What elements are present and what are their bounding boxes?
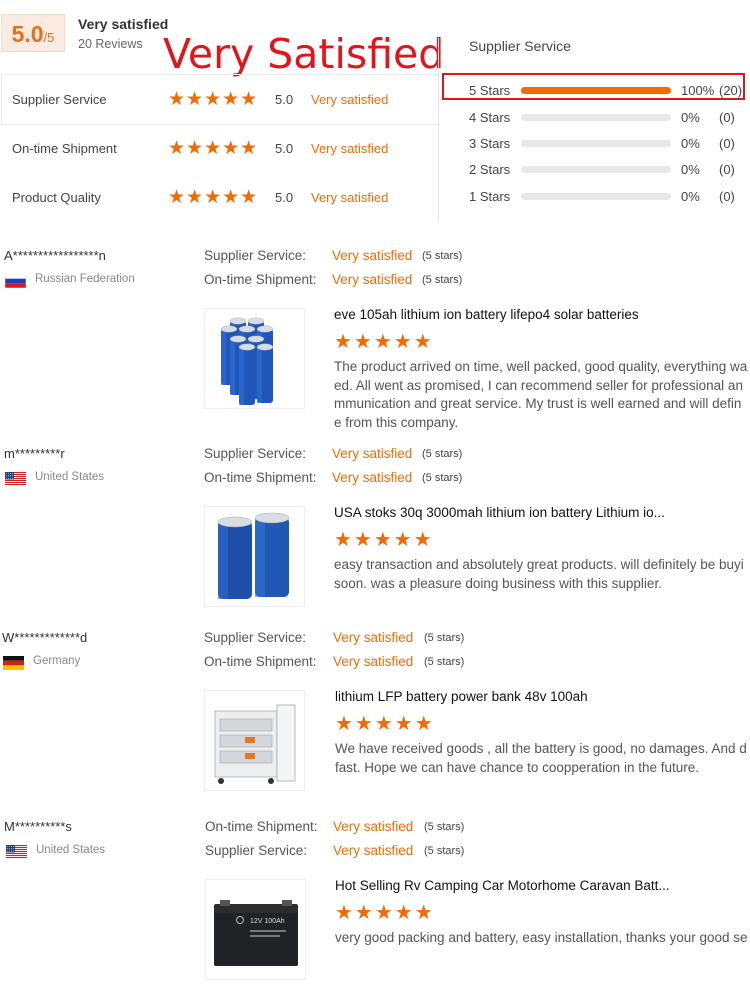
review-rating-value: Very satisfied (332, 272, 413, 287)
review-rating-label: Supplier Service: (205, 843, 308, 858)
review-rating-label: On-time Shipment: (204, 470, 317, 485)
review-rating-value: Very satisfied (332, 446, 413, 461)
review-rating-note: (5 stars) (422, 448, 463, 460)
review-stars: ★★★★★ (334, 529, 434, 551)
country-flag-icon (6, 845, 27, 864)
country-flag-icon (4, 273, 27, 293)
distribution-bar (521, 114, 671, 121)
distribution-count: (0) (719, 136, 735, 151)
country-flag-icon (3, 656, 24, 675)
distribution-label: 2 Stars (469, 162, 511, 177)
overall-score-badge: 5.0/5 (1, 14, 65, 52)
review-rating-value: Very satisfied (333, 654, 414, 669)
product-thumbnail[interactable]: 12V 100Ah (205, 879, 306, 980)
reviewer-name: m*********r (4, 446, 65, 461)
reviewer-country: United States (35, 471, 105, 483)
distribution-bar (521, 166, 671, 173)
reviewer-name: M**********s (4, 819, 72, 834)
overall-score: 5.0 (11, 21, 44, 47)
rating-value: 5.0 (275, 141, 294, 156)
distribution-label: 3 Stars (469, 136, 511, 151)
review-rating-value: Very satisfied (332, 248, 413, 263)
distribution-percent: 0% (681, 110, 700, 125)
review-stars: ★★★★★ (334, 331, 434, 353)
distribution-label: 4 Stars (469, 110, 511, 125)
rating-stars: ★★★★★ (168, 187, 259, 208)
review-rating-value: Very satisfied (333, 630, 414, 645)
rating-stars: ★★★★★ (168, 138, 259, 159)
review-rating-label: Supplier Service: (204, 248, 307, 263)
product-thumbnail[interactable] (204, 506, 305, 607)
rating-value: 5.0 (275, 190, 294, 205)
review-rating-value: Very satisfied (333, 843, 414, 858)
review-stars: ★★★★★ (335, 713, 435, 735)
review-rating-value: Very satisfied (333, 819, 414, 834)
rating-divider (1, 74, 2, 124)
section-divider (438, 38, 439, 222)
product-title[interactable]: Hot Selling Rv Camping Car Motorhome Car… (335, 878, 670, 893)
review-rating-label: Supplier Service: (204, 630, 307, 645)
review-text: very good packing and battery, easy inst… (335, 930, 748, 945)
rating-text: Very satisfied (311, 92, 389, 107)
distribution-percent: 0% (681, 162, 700, 177)
review-rating-note: (5 stars) (424, 845, 465, 857)
overall-score-max: /5 (43, 30, 55, 45)
product-title[interactable]: lithium LFP battery power bank 48v 100ah (335, 689, 588, 704)
review-rating-note: (5 stars) (422, 472, 463, 484)
distribution-bar (521, 193, 671, 200)
reviewer-country: Russian Federation (35, 273, 135, 285)
battery-label: 12V 100Ah (250, 918, 285, 925)
rating-label-supplier-service: Supplier Service (12, 92, 107, 107)
review-rating-value: Very satisfied (332, 470, 413, 485)
review-rating-note: (5 stars) (422, 250, 463, 262)
rating-text: Very satisfied (311, 190, 389, 205)
review-stars: ★★★★★ (335, 902, 435, 924)
review-text: easy transaction and absolutely great pr… (334, 557, 744, 591)
review-rating-label: On-time Shipment: (204, 272, 317, 287)
distribution-count: (0) (719, 189, 735, 204)
review-rating-label: On-time Shipment: (204, 654, 317, 669)
distribution-count: (0) (719, 162, 735, 177)
reviewer-country: United States (36, 844, 106, 856)
distribution-label: 1 Stars (469, 189, 511, 204)
country-flag-icon (5, 472, 26, 491)
reviewer-name: A*****************n (4, 248, 106, 263)
rating-stars: ★★★★★ (168, 89, 259, 110)
rating-divider (1, 124, 439, 125)
rating-label-on-time-shipment: On-time Shipment (12, 141, 117, 156)
distribution-title: Supplier Service (469, 38, 571, 54)
reviewer-name: W*************d (2, 630, 88, 645)
review-rating-label: On-time Shipment: (205, 819, 318, 834)
review-rating-note: (5 stars) (422, 274, 463, 286)
rating-text: Very satisfied (311, 141, 389, 156)
product-title[interactable]: eve 105ah lithium ion battery lifepo4 so… (334, 307, 639, 322)
rating-value: 5.0 (275, 92, 294, 107)
distribution-bar (521, 140, 671, 147)
product-title[interactable]: USA stoks 30q 3000mah lithium ion batter… (334, 505, 665, 520)
distribution-count: (0) (719, 110, 735, 125)
product-thumbnail[interactable] (204, 308, 305, 409)
review-rating-note: (5 stars) (424, 656, 465, 668)
review-count: 20 Reviews (78, 37, 143, 51)
overall-rating-title: Very satisfied (78, 16, 169, 32)
review-rating-label: Supplier Service: (204, 446, 307, 461)
product-thumbnail[interactable] (204, 690, 305, 791)
highlight-box (442, 73, 745, 100)
distribution-percent: 0% (681, 189, 700, 204)
distribution-percent: 0% (681, 136, 700, 151)
review-text: The product arrived on time, well packed… (334, 359, 748, 430)
review-rating-note: (5 stars) (424, 632, 465, 644)
rating-label-product-quality: Product Quality (12, 190, 101, 205)
overlay-caption: Very Satisfied (163, 30, 445, 78)
reviewer-country: Germany (33, 655, 81, 667)
review-rating-note: (5 stars) (424, 821, 465, 833)
review-text: We have received goods , all the battery… (335, 741, 747, 775)
rating-divider (1, 74, 439, 75)
